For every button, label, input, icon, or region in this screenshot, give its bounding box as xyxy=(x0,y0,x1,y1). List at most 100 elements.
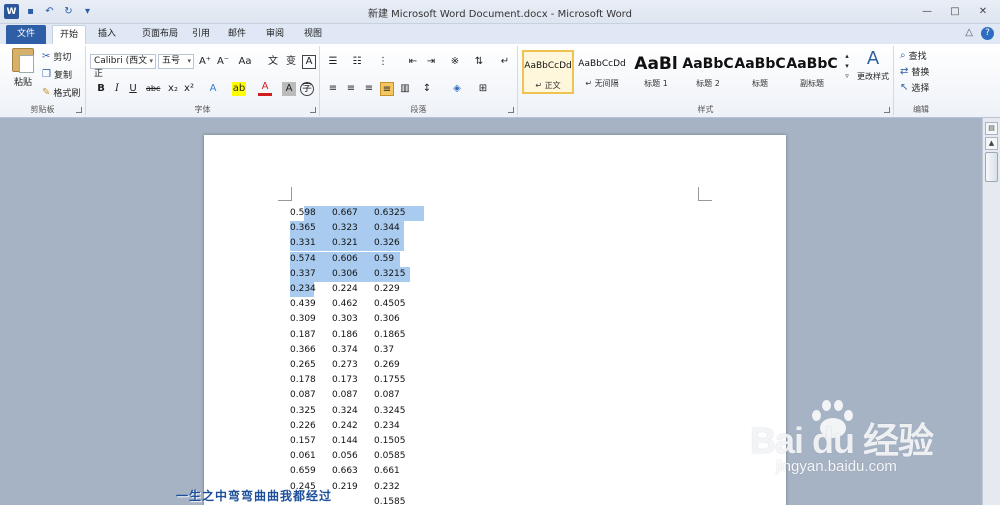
font-color-icon[interactable]: A xyxy=(258,82,272,96)
table-cell: 0.0585 xyxy=(374,451,406,462)
char-border-icon[interactable]: A xyxy=(302,55,316,69)
phonetic-guide-icon[interactable]: 文 xyxy=(266,55,280,69)
clipboard-launcher-icon[interactable] xyxy=(76,107,82,113)
tab-references[interactable]: 引用 xyxy=(186,25,216,44)
style-no-spacing[interactable]: AaBbCcDd ↵ 无间隔 xyxy=(576,50,628,94)
font-size-select[interactable]: 五号 ▾ xyxy=(158,54,194,69)
change-styles-button[interactable]: A 更改样式 xyxy=(854,48,892,82)
baidu-watermark: Bai du 经验 jingyan.baidu.com xyxy=(740,398,940,488)
show-marks-icon[interactable]: ↵ xyxy=(498,55,512,69)
text-effects-icon[interactable]: A xyxy=(206,82,220,96)
borders-icon[interactable]: ⊞ xyxy=(476,82,490,96)
enclose-char-icon[interactable]: 字 xyxy=(300,82,314,96)
style-subtitle[interactable]: AaBbC 副标题 xyxy=(786,50,838,94)
bullets-icon[interactable]: ☰ xyxy=(326,55,340,69)
replace-icon: ⇄ xyxy=(900,66,909,77)
scroll-up-icon[interactable]: ▲ xyxy=(985,137,998,150)
help-icon[interactable]: ? xyxy=(981,27,994,40)
style-normal-sample: AaBbCcDd xyxy=(524,61,572,71)
select-button[interactable]: ↖ 选择 xyxy=(900,81,929,94)
style-normal[interactable]: AaBbCcDd ↵ 正文 xyxy=(522,50,574,94)
paste-label: 粘贴 xyxy=(13,78,32,88)
maximize-button[interactable]: □ xyxy=(944,4,966,18)
chevron-down-icon[interactable]: ▾ xyxy=(845,62,849,70)
tab-right-tools: △ ? xyxy=(965,27,994,40)
style-heading-2[interactable]: AaBbC 标题 2 xyxy=(682,50,734,94)
distributed-icon[interactable]: ▥ xyxy=(398,82,412,96)
table-cell: 0.173 xyxy=(332,375,358,386)
clear-format-icon[interactable]: 变 xyxy=(284,55,298,69)
cut-button[interactable]: ✂ 剪切 xyxy=(42,50,71,63)
align-right-icon[interactable]: ≡ xyxy=(362,82,376,96)
vertical-scrollbar[interactable]: ▤ ▲ xyxy=(982,118,1000,505)
chevron-up-icon[interactable]: ▴ xyxy=(845,52,849,60)
tab-view[interactable]: 视图 xyxy=(298,25,328,44)
table-cell: 0.1865 xyxy=(374,329,406,340)
shrink-font-icon[interactable]: A⁻ xyxy=(216,55,230,69)
table-cell: 0.366 xyxy=(290,344,316,355)
decrease-indent-icon[interactable]: ⇤ xyxy=(406,55,420,69)
change-case-icon[interactable]: Aa xyxy=(238,55,252,69)
styles-launcher-icon[interactable] xyxy=(884,107,890,113)
paragraph-group-label: 段落 xyxy=(410,105,427,114)
tab-page-layout[interactable]: 页面布局 xyxy=(130,25,190,44)
tab-insert[interactable]: 插入 xyxy=(90,25,124,44)
shading-icon[interactable]: ◈ xyxy=(450,82,464,96)
font-size-value: 五号 xyxy=(162,56,181,66)
justify-icon[interactable]: ≡ xyxy=(380,82,394,96)
more-styles-icon[interactable]: ▿ xyxy=(845,72,849,80)
copy-button[interactable]: ❐ 复制 xyxy=(42,68,72,81)
document-page[interactable]: 0.598 0.667 0.6325 0.365 0.323 0.344 0.331 0.32… xyxy=(204,135,786,505)
collapse-ribbon-icon[interactable]: △ xyxy=(965,27,973,40)
strikethrough-icon[interactable]: abc xyxy=(146,82,160,96)
numbering-icon[interactable]: ☷ xyxy=(350,55,364,69)
ruler-toggle-icon[interactable]: ▤ xyxy=(985,122,998,135)
table-cell: 0.232 xyxy=(374,481,400,492)
styles-group-label: 样式 xyxy=(697,105,714,114)
multilevel-list-icon[interactable]: ⋮ xyxy=(376,55,390,69)
align-center-icon[interactable]: ≡ xyxy=(344,82,358,96)
close-button[interactable]: ✕ xyxy=(972,4,994,18)
tab-review[interactable]: 审阅 xyxy=(260,25,290,44)
styles-scroll[interactable]: ▴ ▾ ▿ xyxy=(842,52,852,80)
underline-icon[interactable]: U xyxy=(126,82,140,96)
table-cell: 0.234 xyxy=(290,284,316,294)
table-cell: 0.661 xyxy=(374,466,400,477)
table-cell: 0.598 xyxy=(290,208,316,218)
superscript-icon[interactable]: x² xyxy=(182,82,196,96)
style-normal-label: ↵ 正文 xyxy=(535,81,561,90)
replace-button[interactable]: ⇄ 替换 xyxy=(900,65,929,78)
font-name-select[interactable]: Calibri (西文正 ▾ xyxy=(90,54,156,79)
align-left-icon[interactable]: ≡ xyxy=(326,82,340,96)
highlight-icon[interactable]: ab xyxy=(232,82,246,96)
tab-home[interactable]: 开始 xyxy=(52,25,86,44)
paste-button[interactable]: 粘贴 xyxy=(6,48,40,88)
table-cell: 0.224 xyxy=(332,284,358,294)
scrollbar-thumb[interactable] xyxy=(985,152,998,182)
sort-icon[interactable]: ⇅ xyxy=(472,55,486,69)
tab-file[interactable]: 文件 xyxy=(6,25,46,44)
find-button[interactable]: ⌕ 查找 xyxy=(900,49,927,62)
italic-icon[interactable]: I xyxy=(110,82,124,96)
styles-group: AaBbCcDd ↵ 正文 AaBbCcDd ↵ 无间隔 AaBl 标题 1 A… xyxy=(518,46,894,116)
table-cell: 0.273 xyxy=(332,360,358,370)
bold-icon[interactable]: B xyxy=(94,82,108,96)
style-heading-1[interactable]: AaBl 标题 1 xyxy=(630,50,682,94)
format-painter-button[interactable]: ✎ 格式刷 xyxy=(42,86,80,99)
subscript-icon[interactable]: x₂ xyxy=(166,82,180,96)
cut-label: 剪切 xyxy=(53,53,72,63)
paragraph-launcher-icon[interactable] xyxy=(508,107,514,113)
line-spacing-icon[interactable]: ↕ xyxy=(420,82,434,96)
font-launcher-icon[interactable] xyxy=(310,107,316,113)
font-name-value: Calibri (西文正 xyxy=(94,56,148,79)
minimize-button[interactable]: — xyxy=(916,4,938,18)
tab-mailings[interactable]: 邮件 xyxy=(222,25,252,44)
ribbon: 粘贴 ✂ 剪切 ❐ 复制 ✎ 格式刷 剪贴板 Calibri (西文正 ▾ 五号… xyxy=(0,44,1000,118)
char-shading-icon[interactable]: A xyxy=(282,82,296,96)
clipboard-group: 粘贴 ✂ 剪切 ❐ 复制 ✎ 格式刷 剪贴板 xyxy=(0,46,86,116)
grow-font-icon[interactable]: A⁺ xyxy=(198,55,212,69)
table-cell: 0.574 xyxy=(290,253,316,264)
chinese-layout-icon[interactable]: ※ xyxy=(448,55,462,69)
style-title[interactable]: AaBbC 标题 xyxy=(734,50,786,94)
increase-indent-icon[interactable]: ⇥ xyxy=(424,55,438,69)
